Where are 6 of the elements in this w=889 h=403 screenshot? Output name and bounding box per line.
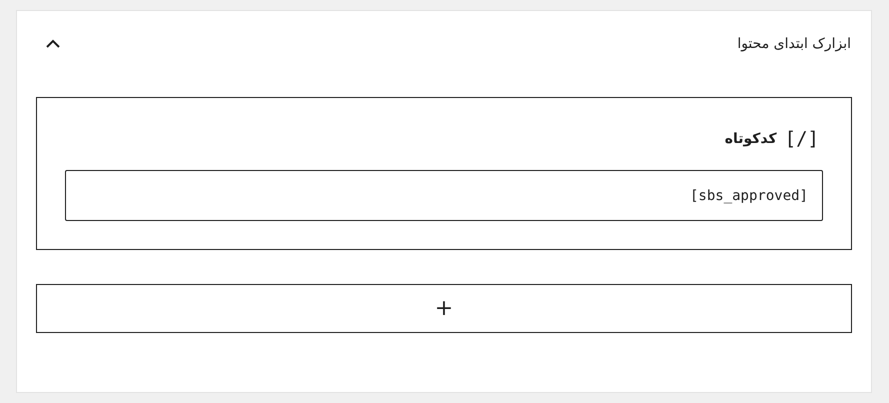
block-label: کدکوتاه [724,131,777,147]
shortcode-field[interactable]: [sbs_approved] [65,170,823,221]
chevron-icon [45,39,61,49]
shortcode-icon: [/] [784,128,819,150]
add-block-button[interactable]: + [36,284,852,333]
panel-title: ابزارک ابتدای محتوا [737,36,851,52]
